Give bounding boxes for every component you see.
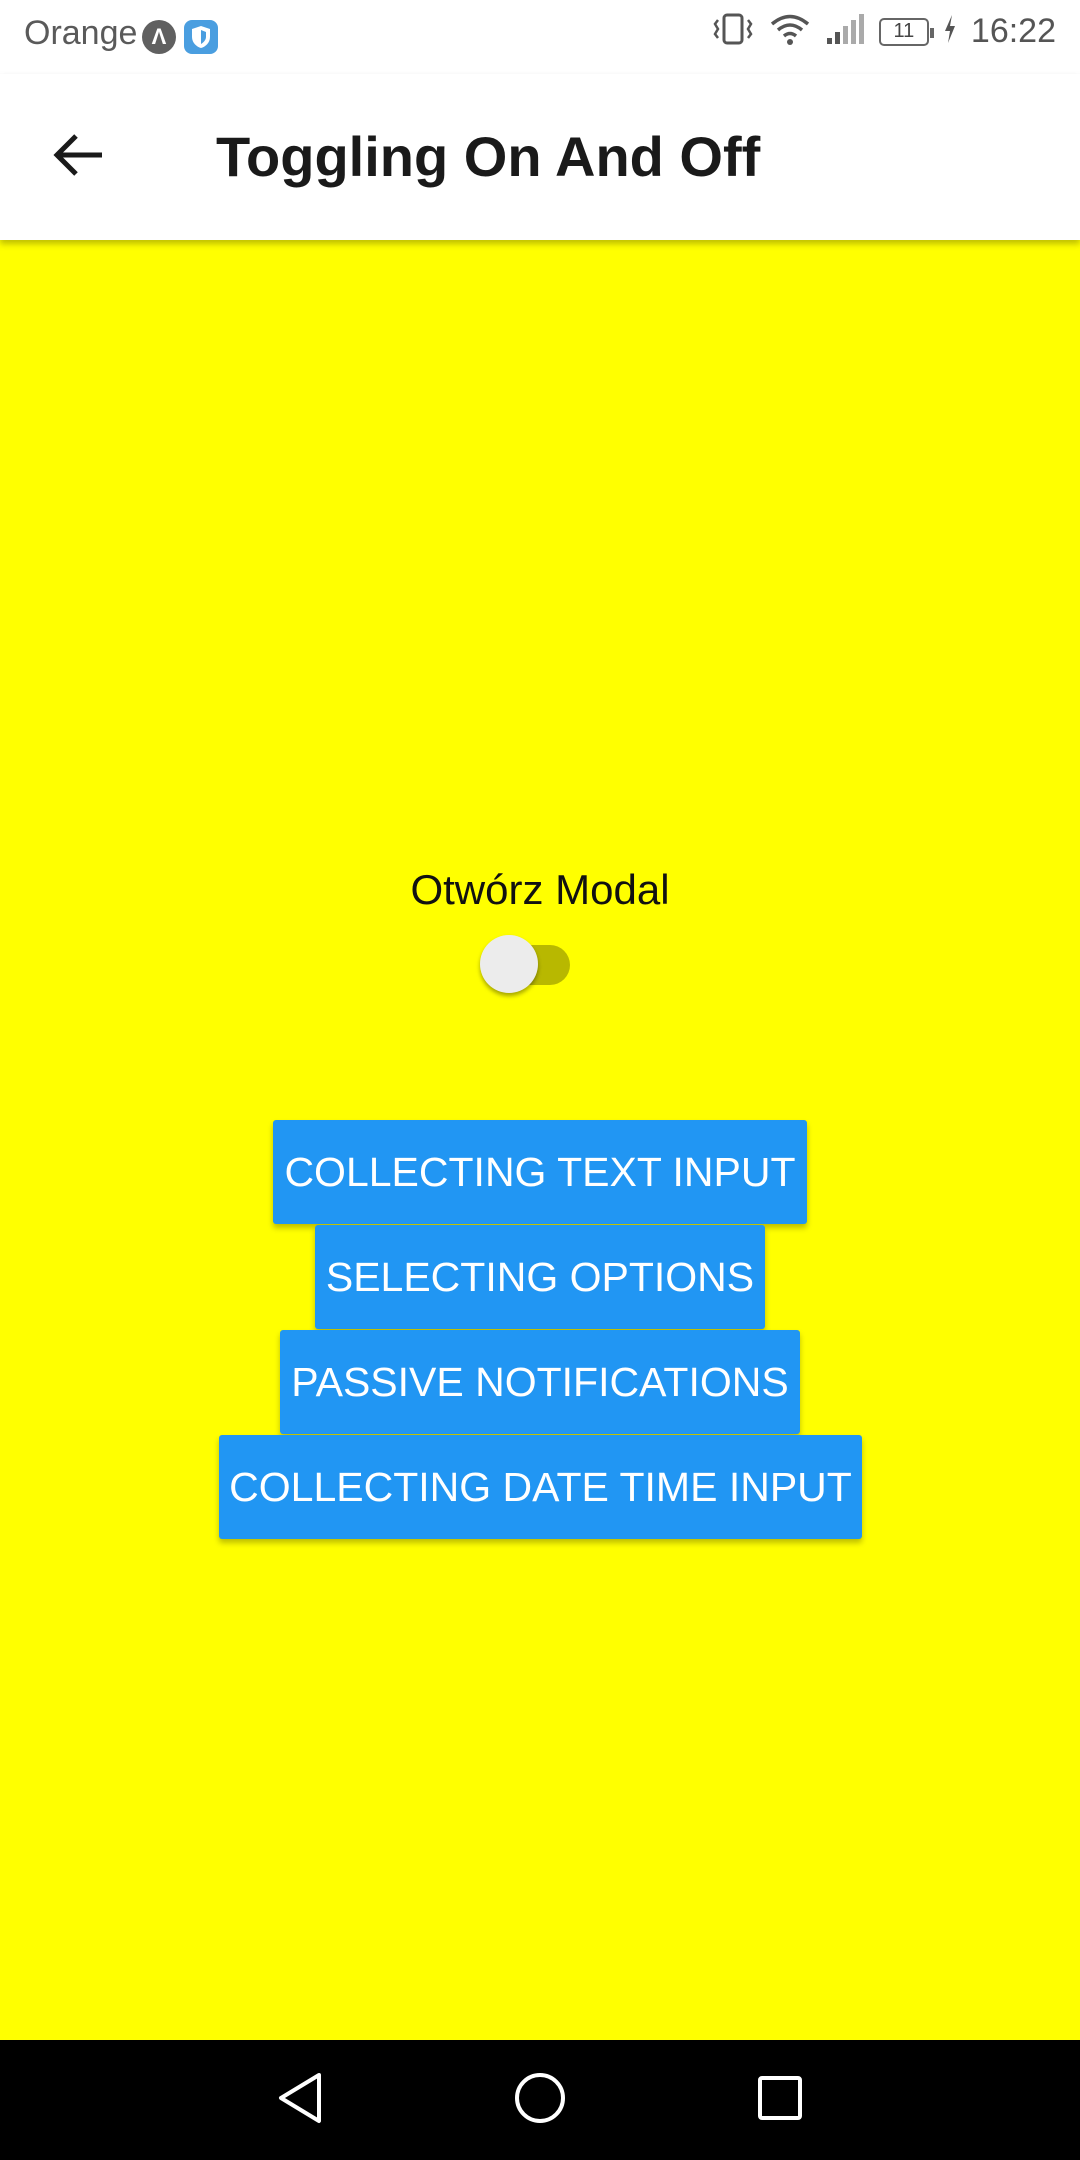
vibrate-icon	[711, 12, 755, 51]
charging-icon	[943, 14, 957, 49]
app-notification-icon: Λ	[142, 20, 176, 54]
navigation-bar	[0, 2040, 1080, 2160]
selecting-options-button[interactable]: SELECTING OPTIONS	[315, 1225, 765, 1329]
nav-back-button[interactable]	[270, 2070, 330, 2130]
status-bar: Orange Λ 11 16:22	[0, 0, 1080, 74]
signal-icon	[825, 12, 865, 51]
nav-back-icon	[275, 2071, 325, 2130]
back-button[interactable]	[44, 122, 114, 192]
passive-notifications-button[interactable]: PASSIVE NOTIFICATIONS	[280, 1330, 800, 1434]
status-time: 16:22	[970, 12, 1056, 50]
nav-home-button[interactable]	[510, 2070, 570, 2130]
status-right: 11 16:22	[711, 12, 1056, 51]
switch-thumb	[480, 935, 538, 993]
nav-recents-button[interactable]	[750, 2070, 810, 2130]
collecting-date-time-input-button[interactable]: COLLECTING DATE TIME INPUT	[219, 1435, 862, 1539]
content-area: Otwórz Modal COLLECTING TEXT INPUT SELEC…	[0, 240, 1080, 2040]
toggle-label: Otwórz Modal	[410, 866, 670, 913]
notification-icons: Λ	[142, 20, 218, 54]
nav-recents-icon	[756, 2074, 804, 2127]
arrow-left-icon	[52, 132, 106, 183]
open-modal-switch[interactable]	[480, 928, 576, 993]
carrier-name: Orange	[24, 14, 138, 52]
wifi-icon	[769, 12, 811, 51]
shield-icon	[184, 20, 218, 54]
battery-icon: 11	[878, 17, 934, 46]
app-bar: Toggling On And Off	[0, 74, 1080, 240]
collecting-text-input-button[interactable]: COLLECTING TEXT INPUT	[273, 1120, 807, 1224]
page-title: Toggling On And Off	[216, 125, 761, 188]
nav-home-icon	[513, 2071, 567, 2130]
